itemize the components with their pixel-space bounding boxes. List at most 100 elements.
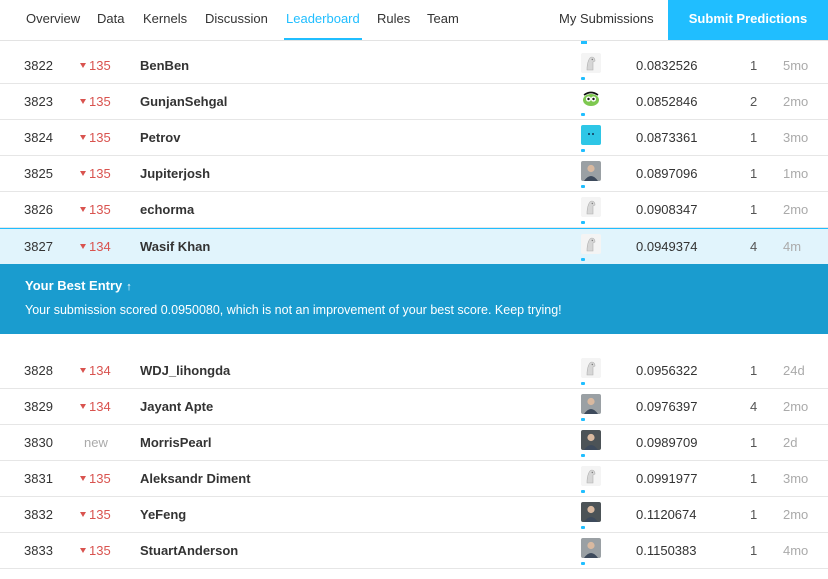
caret-down-icon — [80, 207, 86, 212]
user-avatar[interactable] — [581, 394, 601, 414]
rank-change-value: 135 — [89, 58, 111, 73]
tier-dot — [581, 185, 585, 188]
caret-down-icon — [80, 368, 86, 373]
rank-change: 135 — [80, 461, 111, 496]
score: 0.0897096 — [636, 166, 698, 181]
leaderboard-row: 3832 135 YeFeng 0.1120674 1 2mo — [0, 497, 828, 533]
team-name[interactable]: Jayant Apte — [140, 389, 213, 424]
user-avatar[interactable] — [581, 89, 601, 109]
score: 0.0852846 — [636, 94, 698, 109]
caret-down-icon — [80, 244, 86, 249]
last-submission: 3mo — [783, 471, 809, 486]
team-name[interactable]: StuartAnderson — [140, 533, 238, 568]
rank-change: 135 — [80, 48, 111, 83]
last-submission: 2mo — [783, 507, 809, 522]
entries-count: 1 — [750, 471, 758, 486]
tier-dot — [581, 562, 585, 565]
leaderboard-row: 3824 135 Petrov 0.0873361 1 3mo — [0, 120, 828, 156]
team-name[interactable]: Jupiterjosh — [140, 156, 210, 191]
leaderboard-row: 3825 135 Jupiterjosh 0.0897096 1 1mo — [0, 156, 828, 192]
tab-discussion[interactable]: Discussion — [205, 0, 268, 40]
rank: 3831 — [24, 471, 53, 486]
score: 0.0832526 — [636, 58, 698, 73]
user-avatar[interactable] — [581, 125, 601, 145]
tab-rules[interactable]: Rules — [377, 0, 410, 40]
competition-nav: Overview Data Kernels Discussion Leaderb… — [0, 0, 828, 41]
leaderboard-row: 3831 135 Aleksandr Diment 0.0991977 1 3mo — [0, 461, 828, 497]
team-name[interactable]: Wasif Khan — [140, 229, 210, 264]
team-name[interactable]: Petrov — [140, 120, 180, 155]
rank: 3825 — [24, 166, 53, 181]
rank-change: 135 — [80, 192, 111, 227]
ghost-avatar-icon[interactable] — [581, 358, 601, 378]
team-name[interactable]: MorrisPearl — [140, 425, 212, 460]
tier-dot — [581, 221, 585, 224]
user-avatar[interactable] — [581, 430, 601, 450]
spacer — [0, 334, 828, 353]
rank-change-value: 135 — [89, 507, 111, 522]
tab-kernels[interactable]: Kernels — [143, 0, 187, 40]
team-name[interactable]: WDJ_lihongda — [140, 353, 230, 388]
team-name[interactable]: YeFeng — [140, 497, 186, 532]
team-name[interactable]: echorma — [140, 192, 194, 227]
last-submission: 2mo — [783, 202, 809, 217]
caret-down-icon — [80, 99, 86, 104]
entries-count: 1 — [750, 435, 758, 450]
rank: 3824 — [24, 130, 53, 145]
ghost-avatar-icon[interactable] — [581, 53, 601, 73]
caret-down-icon — [80, 512, 86, 517]
rank-change-value: 135 — [89, 471, 111, 486]
banner-title: Your Best Entry ↑ — [25, 278, 132, 293]
leaderboard-row: 3830 new MorrisPearl 0.0989709 1 2d — [0, 425, 828, 461]
rank: 3832 — [24, 507, 53, 522]
caret-down-icon — [80, 404, 86, 409]
tier-dot — [581, 382, 585, 385]
caret-down-icon — [80, 171, 86, 176]
banner-title-text: Your Best Entry — [25, 278, 123, 293]
tier-dot — [581, 490, 585, 493]
ghost-avatar-icon[interactable] — [581, 466, 601, 486]
rank-change: 135 — [80, 497, 111, 532]
leaderboard-row: 3833 135 StuartAnderson 0.1150383 1 4mo — [0, 533, 828, 569]
user-avatar[interactable] — [581, 538, 601, 558]
last-submission: 1mo — [783, 166, 809, 181]
rank: 3833 — [24, 543, 53, 558]
team-name[interactable]: Aleksandr Diment — [140, 461, 251, 496]
tab-overview[interactable]: Overview — [26, 0, 80, 40]
entries-count: 1 — [750, 507, 758, 522]
tab-data[interactable]: Data — [97, 0, 124, 40]
team-name[interactable]: BenBen — [140, 48, 189, 83]
arrow-up-icon: ↑ — [126, 281, 132, 293]
team-name[interactable]: GunjanSehgal — [140, 84, 227, 119]
score: 0.0976397 — [636, 399, 698, 414]
rank-change-value: 134 — [89, 399, 111, 414]
last-submission: 4m — [783, 239, 802, 254]
rank-change: 135 — [80, 84, 111, 119]
last-submission: 3mo — [783, 130, 809, 145]
rank-change-new: new — [84, 435, 108, 450]
tab-leaderboard[interactable]: Leaderboard — [284, 0, 362, 40]
last-submission: 2mo — [783, 399, 809, 414]
tab-team[interactable]: Team — [427, 0, 459, 40]
leaderboard-row: 3829 134 Jayant Apte 0.0976397 4 2mo — [0, 389, 828, 425]
entries-count: 1 — [750, 130, 758, 145]
tier-dot — [581, 77, 585, 80]
rank-change: 135 — [80, 533, 111, 568]
my-entry-row: 3827 134 Wasif Khan 0.0949374 4 4m — [0, 228, 828, 264]
tier-dot — [581, 418, 585, 421]
tier-dot — [581, 526, 585, 529]
rank-change: 134 — [80, 389, 111, 424]
rank: 3828 — [24, 363, 53, 378]
last-submission: 24d — [783, 363, 805, 378]
last-submission: 2d — [783, 435, 798, 450]
user-avatar[interactable] — [581, 502, 601, 522]
user-avatar[interactable] — [581, 161, 601, 181]
rank-change-value: 135 — [89, 166, 111, 181]
submit-predictions-button[interactable]: Submit Predictions — [668, 0, 828, 40]
ghost-avatar-icon[interactable] — [581, 197, 601, 217]
rank-change-value: 134 — [89, 239, 111, 254]
tier-dot — [581, 454, 585, 457]
ghost-avatar-icon[interactable] — [581, 234, 601, 254]
my-submissions-link[interactable]: My Submissions — [559, 0, 654, 40]
score: 0.0989709 — [636, 435, 698, 450]
